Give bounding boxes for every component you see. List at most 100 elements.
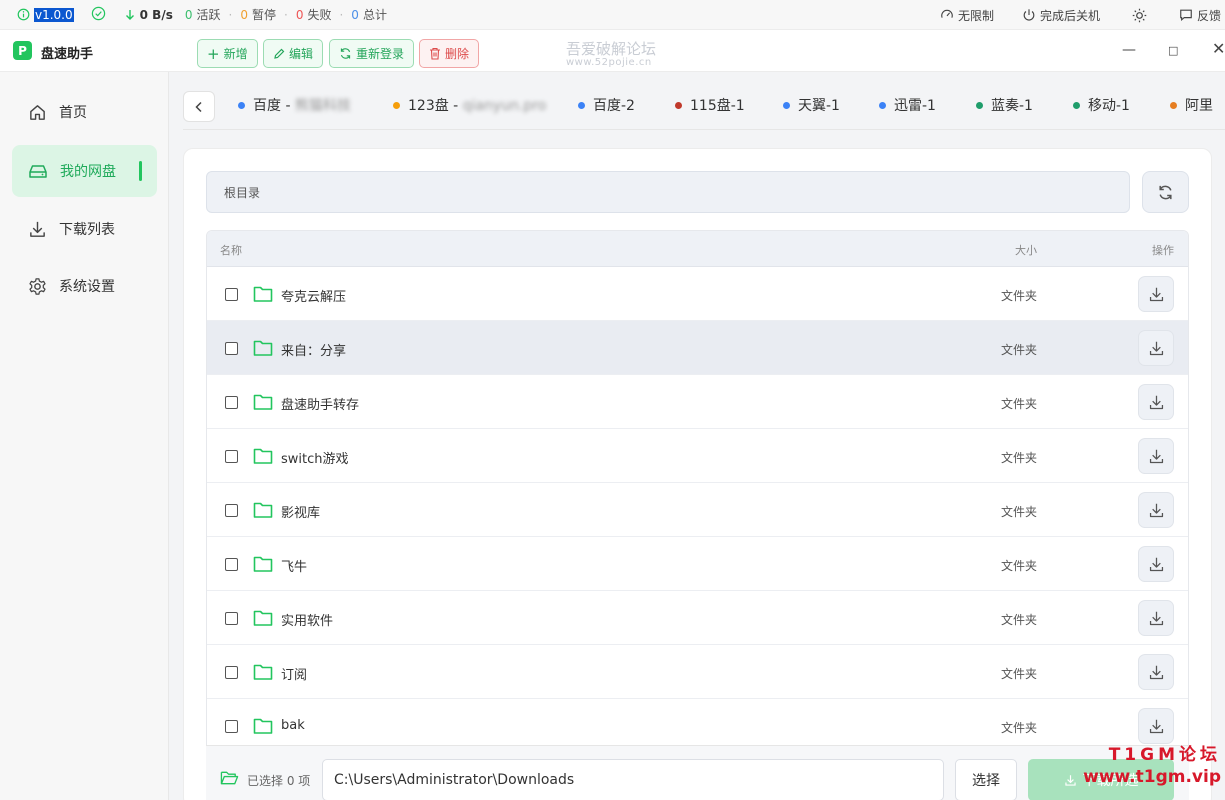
row-download-button[interactable] xyxy=(1138,492,1174,528)
row-download-button[interactable] xyxy=(1138,546,1174,582)
version-label: v1.0.0 xyxy=(34,7,74,22)
status-dot xyxy=(675,101,682,109)
speed-limit-button[interactable]: 无限制 xyxy=(926,7,1008,24)
tab-lanzou[interactable]: 蓝奏-1 xyxy=(976,95,1033,115)
separator: · xyxy=(228,7,233,22)
tab-115pan[interactable]: 115盘-1 xyxy=(675,95,745,115)
row-download-button[interactable] xyxy=(1138,330,1174,366)
row-download-button[interactable] xyxy=(1138,384,1174,420)
failed-label: 失败 xyxy=(307,8,332,22)
row-download-button[interactable] xyxy=(1138,438,1174,474)
status-dot xyxy=(393,101,400,109)
watermark-url: www.52pojie.cn xyxy=(566,57,652,68)
drive-tabs: 百度 - 熊猫科技 123盘 - qianyun.pro 百度-2 115盘-1… xyxy=(183,86,1225,130)
watermark: 吾爱破解论坛 www.52pojie.cn xyxy=(566,42,656,69)
refresh-button[interactable] xyxy=(1142,171,1189,213)
refresh-icon xyxy=(1159,185,1172,199)
choose-folder-button[interactable]: 选择 xyxy=(955,759,1017,800)
row-download-button[interactable] xyxy=(1138,708,1174,744)
feedback-button[interactable]: 反馈 xyxy=(1165,7,1225,24)
sidebar-item-home[interactable]: 首页 xyxy=(12,86,157,138)
forum-watermark: T1GM论坛 www.t1gm.vip xyxy=(1083,744,1221,788)
shutdown-button[interactable]: 完成后关机 xyxy=(1008,7,1114,24)
table-row[interactable]: 夸克云解压 文件夹 xyxy=(207,267,1188,321)
status-dot xyxy=(1073,101,1080,109)
maximize-button[interactable]: □ xyxy=(1168,44,1178,57)
file-name[interactable]: 盘速助手转存 xyxy=(281,394,359,413)
table-row[interactable]: switch游戏 文件夹 xyxy=(207,429,1188,483)
file-name[interactable]: 飞牛 xyxy=(281,556,307,575)
minimize-button[interactable]: — xyxy=(1122,42,1136,58)
file-size: 文件夹 xyxy=(1001,451,1038,465)
table-row[interactable]: 订阅 文件夹 xyxy=(207,645,1188,699)
file-table: 名称 大小 操作 夸克云解压 文件夹 来自：分享 文件夹 盘速助手转存 文件夹 switch… xyxy=(206,230,1189,800)
version-info[interactable]: v1.0.0 xyxy=(17,7,74,22)
tab-aliyun[interactable]: 阿里 xyxy=(1170,95,1213,115)
app-name: 盘速助手 xyxy=(41,47,94,62)
file-name[interactable]: switch游戏 xyxy=(281,448,349,467)
sidebar-item-settings[interactable]: 系统设置 xyxy=(12,260,157,312)
edit-button[interactable]: 编辑 xyxy=(263,39,324,68)
table-row[interactable]: 飞牛 文件夹 xyxy=(207,537,1188,591)
file-name[interactable]: 订阅 xyxy=(281,664,307,683)
table-row[interactable]: 影视库 文件夹 xyxy=(207,483,1188,537)
gear-icon xyxy=(29,277,46,295)
relogin-button[interactable]: 重新登录 xyxy=(329,39,415,68)
tab-label: 百度 - xyxy=(253,98,295,114)
row-download-button[interactable] xyxy=(1138,654,1174,690)
table-row[interactable]: 来自：分享 文件夹 xyxy=(207,321,1188,375)
row-download-button[interactable] xyxy=(1138,600,1174,636)
breadcrumb-root[interactable]: 根目录 xyxy=(224,184,260,201)
delete-label: 删除 xyxy=(445,47,470,61)
active-stat: 0 活跃 xyxy=(185,6,221,23)
row-checkbox[interactable] xyxy=(225,396,238,409)
file-name[interactable]: 影视库 xyxy=(281,502,320,521)
row-checkbox[interactable] xyxy=(225,612,238,625)
theme-toggle-button[interactable] xyxy=(1114,8,1165,23)
file-name[interactable]: 来自：分享 xyxy=(281,340,346,359)
tab-label: 百度-2 xyxy=(593,98,635,114)
sidebar-item-label: 首页 xyxy=(59,105,87,121)
column-header-actions: 操作 xyxy=(1152,244,1174,257)
download-icon xyxy=(1149,341,1163,355)
tabs-back-button[interactable] xyxy=(183,91,215,122)
file-size: 文件夹 xyxy=(1001,397,1038,411)
breadcrumb[interactable]: 根目录 xyxy=(206,171,1130,213)
row-checkbox[interactable] xyxy=(225,288,238,301)
sidebar-item-downloads[interactable]: 下载列表 xyxy=(12,203,157,255)
message-icon xyxy=(1180,9,1192,22)
row-checkbox[interactable] xyxy=(225,504,238,517)
row-checkbox[interactable] xyxy=(225,450,238,463)
folder-icon xyxy=(253,610,273,626)
tab-yidong[interactable]: 移动-1 xyxy=(1073,95,1130,115)
tab-baidu-1[interactable]: 百度 - 熊猫科技 xyxy=(238,95,351,115)
row-checkbox[interactable] xyxy=(225,720,238,733)
active-label: 活跃 xyxy=(196,8,221,22)
tab-baidu-2[interactable]: 百度-2 xyxy=(578,95,635,115)
row-checkbox[interactable] xyxy=(225,666,238,679)
file-name[interactable]: 夸克云解压 xyxy=(281,286,346,305)
tab-xunlei[interactable]: 迅雷-1 xyxy=(879,95,936,115)
status-dot xyxy=(976,101,983,109)
folder-icon xyxy=(253,502,273,518)
add-account-button[interactable]: + 新增 xyxy=(197,39,258,68)
tab-tianyi[interactable]: 天翼-1 xyxy=(783,95,840,115)
file-name[interactable]: 实用软件 xyxy=(281,610,333,629)
tab-123pan[interactable]: 123盘 - qianyun.pro xyxy=(393,95,546,115)
row-checkbox[interactable] xyxy=(225,558,238,571)
table-row[interactable]: 盘速助手转存 文件夹 xyxy=(207,375,1188,429)
folder-icon xyxy=(253,556,273,572)
close-button[interactable]: ✕ xyxy=(1212,39,1225,58)
row-checkbox[interactable] xyxy=(225,342,238,355)
status-dot xyxy=(783,101,790,109)
file-name[interactable]: bak xyxy=(281,718,305,733)
folder-icon xyxy=(253,286,273,302)
table-row[interactable]: 实用软件 文件夹 xyxy=(207,591,1188,645)
tab-label: 115盘-1 xyxy=(690,98,745,114)
delete-button[interactable]: 删除 xyxy=(419,39,480,68)
download-path-input[interactable]: C:\Users\Administrator\Downloads xyxy=(322,759,944,800)
add-label: 新增 xyxy=(223,47,248,61)
failed-count: 0 xyxy=(295,7,304,22)
row-download-button[interactable] xyxy=(1138,276,1174,312)
sidebar-item-my-drives[interactable]: 我的网盘 xyxy=(12,145,157,197)
